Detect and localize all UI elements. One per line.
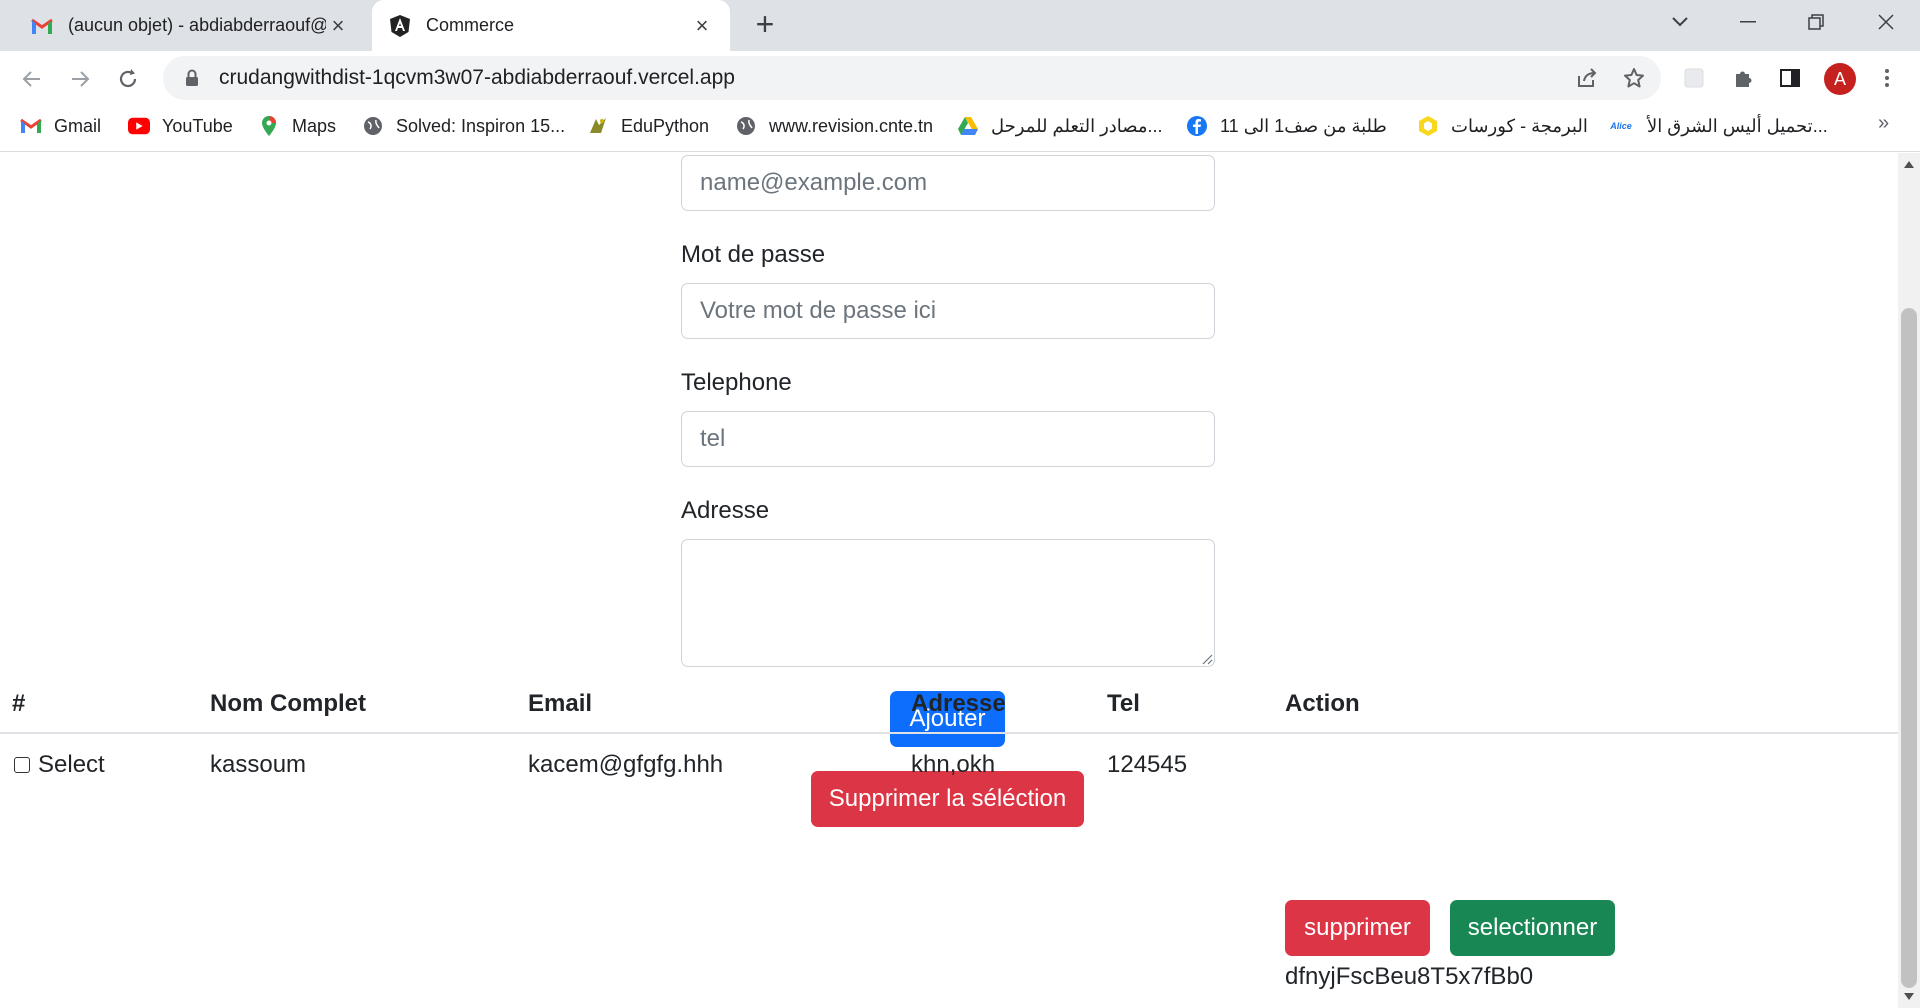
page-scrollbar[interactable] bbox=[1898, 153, 1920, 1008]
profile-avatar[interactable]: A bbox=[1824, 63, 1856, 95]
close-icon[interactable]: × bbox=[326, 13, 350, 39]
bookmark-facebook-group[interactable]: طلبة من صف1 الى 11 bbox=[1186, 112, 1387, 140]
scroll-down-icon[interactable] bbox=[1904, 993, 1914, 1000]
gmail-icon bbox=[30, 14, 54, 38]
resize-handle-icon[interactable] bbox=[1201, 653, 1213, 665]
row-select-checkbox[interactable] bbox=[14, 757, 30, 773]
angular-icon bbox=[388, 14, 412, 38]
tab-gmail[interactable]: (aucun objet) - abdiabderraouf@ × bbox=[18, 0, 366, 51]
bookmark-gmail[interactable]: Gmail bbox=[20, 112, 101, 140]
password-input[interactable] bbox=[681, 283, 1215, 339]
back-button[interactable] bbox=[14, 61, 50, 97]
minimize-button[interactable] bbox=[1718, 0, 1778, 44]
bookmark-maps[interactable]: Maps bbox=[258, 112, 336, 140]
new-tab-button[interactable]: + bbox=[748, 8, 782, 42]
address-bar[interactable]: crudangwithdist-1qcvm3w07-abdiabderraouf… bbox=[163, 56, 1661, 100]
alice-icon: Alice bbox=[1610, 121, 1632, 131]
maps-icon bbox=[258, 115, 280, 137]
phone-input[interactable] bbox=[681, 411, 1215, 467]
puzzle-icon[interactable] bbox=[1729, 64, 1757, 92]
drive-icon bbox=[957, 115, 979, 137]
table-header-divider bbox=[0, 732, 1898, 734]
close-icon[interactable]: × bbox=[690, 13, 714, 39]
row-select-button[interactable]: selectionner bbox=[1450, 900, 1615, 956]
menu-icon[interactable] bbox=[1873, 64, 1901, 92]
facebook-icon bbox=[1186, 115, 1208, 137]
close-window-button[interactable] bbox=[1856, 0, 1916, 44]
bookmark-solved-inspiron[interactable]: Solved: Inspiron 15... bbox=[362, 112, 565, 140]
youtube-icon bbox=[128, 115, 150, 137]
table-header-email: Email bbox=[528, 690, 593, 717]
hexagon-icon bbox=[1417, 115, 1439, 137]
row-delete-button[interactable]: supprimer bbox=[1285, 900, 1430, 956]
bookmark-edupython[interactable]: EduPython bbox=[587, 112, 709, 140]
url-text: crudangwithdist-1qcvm3w07-abdiabderraouf… bbox=[219, 66, 735, 89]
row-tel: 124545 bbox=[1107, 751, 1188, 778]
table-header-action: Action bbox=[1285, 690, 1360, 717]
bookmark-alice[interactable]: Alice تحميل أليس الشرق الأ... bbox=[1607, 112, 1827, 140]
row-name: kassoum bbox=[210, 751, 307, 778]
scroll-up-icon[interactable] bbox=[1904, 161, 1914, 168]
email-input[interactable] bbox=[681, 155, 1215, 211]
password-label: Mot de passe bbox=[681, 241, 826, 268]
table-header-index: # bbox=[12, 690, 26, 717]
globe-icon bbox=[362, 115, 384, 137]
forward-button[interactable] bbox=[62, 61, 98, 97]
row-address: khn,okh bbox=[911, 751, 996, 778]
bookmark-star-icon[interactable] bbox=[1620, 64, 1648, 92]
tab-commerce[interactable]: Commerce × bbox=[372, 0, 730, 51]
page-content: Mot de passe Telephone Adresse Ajouter S… bbox=[0, 153, 1898, 1008]
tab-title: (aucun objet) - abdiabderraouf@ bbox=[68, 15, 326, 35]
globe-icon bbox=[735, 115, 757, 137]
row-email: kacem@gfgfg.hhh bbox=[528, 751, 724, 778]
bookmark-drive[interactable]: مصادر التعلم للمرحل... bbox=[957, 112, 1163, 140]
bookmark-programming[interactable]: البرمجة - كورسات bbox=[1417, 112, 1588, 140]
gmail-icon bbox=[20, 115, 42, 137]
side-panel-icon[interactable] bbox=[1776, 64, 1804, 92]
restore-button[interactable] bbox=[1786, 0, 1846, 44]
row-id: dfnyjFscBeu8T5x7fBb0 bbox=[1285, 963, 1534, 990]
scrollbar-thumb[interactable] bbox=[1901, 308, 1917, 988]
address-textarea[interactable] bbox=[681, 539, 1215, 667]
tab-title: Commerce bbox=[426, 15, 515, 35]
table-header-tel: Tel bbox=[1107, 690, 1140, 717]
table-header-address: Adresse bbox=[911, 690, 1006, 717]
bookmark-revision-cnte[interactable]: www.revision.cnte.tn bbox=[735, 112, 933, 140]
extension-icon[interactable] bbox=[1680, 64, 1708, 92]
python-icon bbox=[587, 115, 609, 137]
table-header-name: Nom Complet bbox=[210, 690, 366, 717]
address-label: Adresse bbox=[681, 497, 770, 524]
delete-selection-button[interactable]: Supprimer la séléction bbox=[811, 771, 1084, 827]
bookmarks-overflow-button[interactable]: » bbox=[1878, 112, 1889, 135]
share-icon[interactable] bbox=[1573, 64, 1601, 92]
bookmark-youtube[interactable]: YouTube bbox=[128, 112, 233, 140]
tab-search-icon[interactable] bbox=[1650, 0, 1710, 44]
lock-icon[interactable] bbox=[181, 69, 203, 87]
row-select-label: Select bbox=[38, 751, 105, 778]
reload-button[interactable] bbox=[110, 61, 146, 97]
phone-label: Telephone bbox=[681, 369, 792, 396]
